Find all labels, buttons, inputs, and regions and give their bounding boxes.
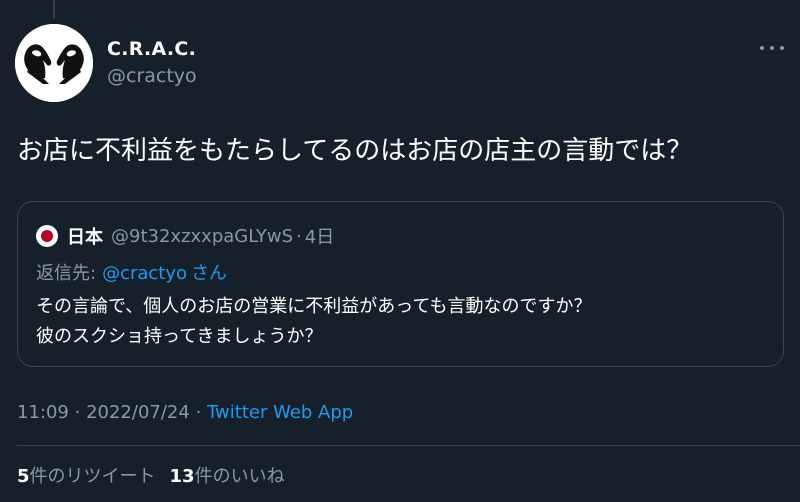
quote-time: 4日 (304, 227, 335, 248)
author-display-name[interactable]: C.R.A.C. (107, 38, 196, 60)
quote-author-name: 日本 (67, 227, 103, 248)
more-dot (760, 46, 764, 50)
quote-header: 日本 @9t32xzxxpaGLYwS · 4日 (36, 224, 334, 248)
likes-count: 13 (169, 466, 195, 487)
quote-body-line: 彼のスクショ持ってきましょうか？ (36, 326, 323, 347)
thread-connector-line (53, 0, 55, 18)
meta-separator: · (74, 402, 81, 423)
hands-logo-icon (15, 24, 93, 102)
quote-body-line: その言論で、個人のお店の営業に不利益があっても言動なのですか？ (36, 296, 592, 317)
quote-reply-to: 返信先: @cractyo さん (36, 259, 227, 285)
likes-stat[interactable]: 13件のいいね (170, 466, 285, 487)
reply-mention-link[interactable]: @cractyo (102, 263, 187, 284)
tweet-metadata: 11:09 · 2022/07/24 · Twitter Web App (17, 402, 353, 423)
avatar[interactable] (15, 24, 93, 102)
reply-prefix: 返信先: (36, 263, 97, 284)
more-dot (780, 46, 784, 50)
more-options-icon[interactable] (760, 38, 784, 58)
japan-flag-icon (36, 225, 58, 247)
quote-body: その言論で、個人のお店の営業に不利益があっても言動なのですか？ 彼のスクショ持っ… (36, 292, 591, 352)
tweet-date[interactable]: 2022/07/24 (86, 402, 190, 423)
divider (17, 445, 800, 446)
tweet-text: お店に不利益をもたらしてるのはお店の店主の言動では？ (17, 136, 693, 166)
author-handle[interactable]: @cractyo (107, 65, 197, 87)
quote-separator: · (296, 225, 302, 247)
tweet-source-link[interactable]: Twitter Web App (207, 402, 353, 423)
reply-suffix: さん (191, 263, 228, 284)
quoted-tweet-card[interactable]: 日本 @9t32xzxxpaGLYwS · 4日 返信先: @cractyo さん … (17, 201, 784, 367)
retweets-count: 5 (17, 466, 30, 487)
tweet-time[interactable]: 11:09 (17, 402, 69, 423)
retweets-stat[interactable]: 5件のリツイート (17, 466, 156, 487)
retweets-label: 件のリツイート (29, 466, 156, 487)
engagement-stats: 5件のリツイート 13件のいいね (17, 462, 285, 488)
meta-separator: · (195, 402, 202, 423)
more-dot (770, 46, 774, 50)
quote-author-handle: @9t32xzxxpaGLYwS (111, 225, 294, 247)
likes-label: 件のいいね (194, 466, 285, 487)
